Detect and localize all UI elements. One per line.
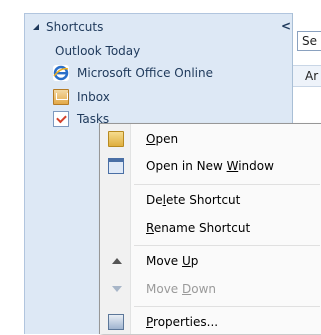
internet-explorer-icon	[53, 65, 69, 81]
expand-triangle-icon[interactable]	[33, 24, 39, 30]
menu-separator	[134, 306, 320, 307]
shortcut-outlook-today[interactable]: Outlook Today	[25, 41, 291, 63]
arrange-by-header[interactable]: Ar	[293, 65, 321, 87]
shortcut-label: Microsoft Office Online	[77, 66, 213, 80]
menu-separator	[134, 184, 320, 185]
menu-item-open[interactable]: Open	[100, 127, 321, 152]
menu-item-rename-shortcut[interactable]: Rename Shortcut	[100, 216, 321, 241]
menu-item-properties[interactable]: Properties...	[100, 310, 321, 335]
outlook-window: Shortcuts < Outlook Today Microsoft Offi…	[0, 0, 321, 334]
inbox-icon	[53, 89, 69, 105]
properties-icon	[108, 314, 124, 330]
menu-item-label: Move Down	[146, 282, 217, 296]
menu-item-label: Properties...	[146, 315, 219, 329]
shortcut-microsoft-office-online[interactable]: Microsoft Office Online	[25, 63, 291, 85]
menu-item-delete-shortcut[interactable]: Delete Shortcut	[100, 188, 321, 213]
arrow-down-icon	[112, 286, 122, 292]
menu-item-move-up[interactable]: Move Up	[100, 249, 321, 274]
shortcut-label: Outlook Today	[55, 44, 141, 58]
tasks-icon	[53, 111, 69, 127]
menu-item-open-in-new-window[interactable]: Open in New Window	[100, 154, 321, 179]
search-box[interactable]: Se	[297, 31, 321, 51]
menu-item-label: Move Up	[146, 254, 199, 268]
menu-item-label: Open in New Window	[146, 159, 274, 173]
menu-item-move-down: Move Down	[100, 277, 321, 302]
menu-item-label: Rename Shortcut	[146, 221, 251, 235]
menu-item-label: Delete Shortcut	[146, 193, 241, 207]
collapse-pane-icon[interactable]: <	[281, 19, 291, 33]
arrow-up-icon	[112, 258, 122, 264]
shortcuts-header[interactable]: Shortcuts <	[29, 19, 291, 37]
shortcuts-header-label: Shortcuts	[46, 20, 104, 34]
shortcut-context-menu: Open Open in New Window Delete Shortcut …	[99, 123, 321, 334]
menu-separator	[134, 245, 320, 246]
menu-item-label: Open	[146, 132, 179, 146]
new-window-icon	[108, 158, 124, 174]
open-folder-icon	[108, 131, 124, 147]
shortcut-label: Inbox	[77, 90, 110, 104]
shortcut-inbox[interactable]: Inbox	[25, 87, 291, 109]
